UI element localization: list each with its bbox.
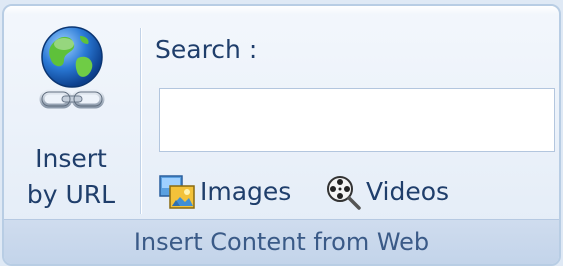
- images-button[interactable]: Images: [158, 172, 314, 212]
- group-title: Insert Content from Web: [4, 219, 559, 264]
- images-icon: [158, 173, 196, 211]
- insert-by-url-label-line1: Insert: [35, 144, 107, 173]
- search-input[interactable]: [159, 88, 555, 152]
- insert-content-from-web-group: Insert by URL Search : Images Videos Ins…: [2, 4, 561, 266]
- videos-label: Videos: [366, 177, 450, 206]
- search-label: Search :: [155, 35, 258, 64]
- group-divider: [140, 28, 141, 214]
- videos-button[interactable]: Videos: [324, 172, 484, 212]
- videos-icon: [324, 173, 362, 211]
- insert-by-url-label-line2: by URL: [26, 180, 116, 209]
- insert-by-url-button[interactable]: Insert by URL: [12, 16, 130, 222]
- globe-link-icon: [34, 24, 110, 116]
- images-label: Images: [200, 177, 292, 206]
